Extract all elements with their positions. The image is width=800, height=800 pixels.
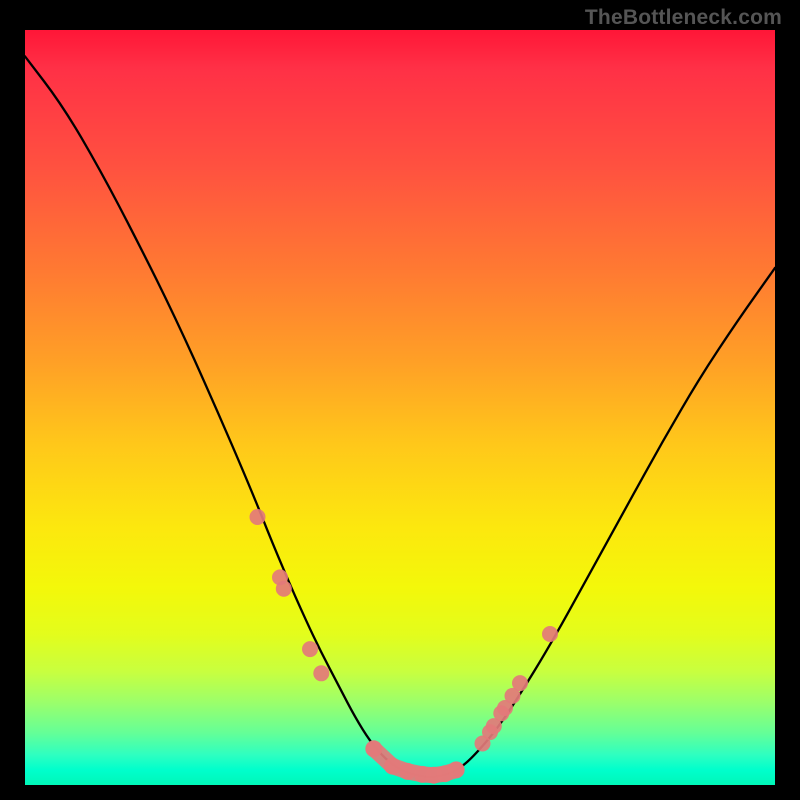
data-marker — [313, 665, 329, 681]
data-marker — [384, 758, 401, 775]
data-marker — [448, 761, 465, 778]
data-marker — [512, 675, 528, 691]
data-marker — [302, 641, 318, 657]
data-marker — [276, 581, 292, 597]
data-marker — [365, 740, 382, 757]
curve-layer — [25, 56, 775, 777]
data-marker — [250, 509, 266, 525]
chart-container: TheBottleneck.com — [0, 0, 800, 800]
plot-area — [25, 30, 775, 785]
marker-layer — [250, 509, 559, 784]
bottleneck-curve — [25, 56, 775, 777]
chart-svg — [25, 30, 775, 785]
data-marker — [399, 763, 416, 780]
watermark-text: TheBottleneck.com — [585, 6, 782, 30]
data-marker — [542, 626, 558, 642]
